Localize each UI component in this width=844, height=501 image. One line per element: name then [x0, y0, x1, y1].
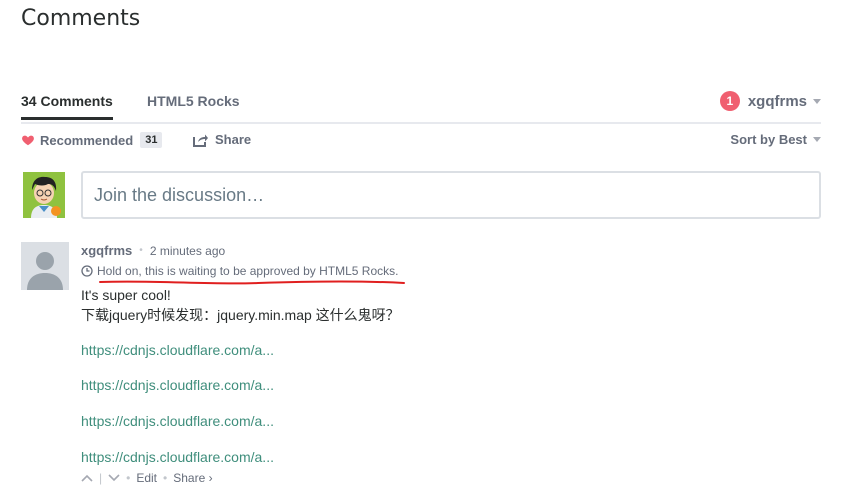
- notification-badge[interactable]: 1: [719, 91, 740, 111]
- share-link[interactable]: Share ›: [173, 471, 212, 485]
- chevron-down-icon: [813, 98, 821, 104]
- pending-text: Hold on, this is waiting to be approved …: [97, 264, 399, 278]
- pending-notice: Hold on, this is waiting to be approved …: [81, 264, 398, 278]
- comment-input[interactable]: [83, 173, 819, 217]
- comment-link[interactable]: https://cdnjs.cloudflare.com/a...: [81, 413, 274, 429]
- edit-link[interactable]: Edit: [136, 471, 157, 485]
- recommend-count: 31: [140, 132, 163, 148]
- tab-site[interactable]: HTML5 Rocks: [147, 93, 240, 109]
- link-text[interactable]: https://cdnjs.cloudflare.com/a...: [81, 377, 274, 393]
- footer-separator: •: [163, 471, 168, 485]
- comment-link[interactable]: https://cdnjs.cloudflare.com/a...: [81, 377, 274, 393]
- link-text[interactable]: https://cdnjs.cloudflare.com/a...: [81, 413, 274, 429]
- avatar[interactable]: [23, 172, 65, 218]
- user-icon: [21, 242, 69, 290]
- share-label: Share: [215, 132, 252, 147]
- comment-avatar[interactable]: [21, 242, 69, 290]
- comment-line: 下载jquery时候发现：jquery.min.map 这什么鬼呀？: [81, 307, 400, 323]
- chevron-up-icon: [81, 474, 93, 482]
- comment-body: It's super cool! 下载jquery时候发现：jquery.min…: [81, 285, 400, 325]
- sort-label: Sort by Best: [730, 132, 807, 147]
- recommend-button[interactable]: Recommended 31: [21, 132, 163, 148]
- comments-nav: 34 Comments HTML5 Rocks 1 xgqfrms: [21, 90, 821, 124]
- comment-line: It's super cool!: [81, 287, 171, 303]
- link-text[interactable]: https://cdnjs.cloudflare.com/a...: [81, 342, 274, 358]
- upvote-button[interactable]: [81, 471, 93, 485]
- comment-composer[interactable]: [81, 171, 821, 219]
- comment-footer: | • Edit • Share ›: [81, 471, 213, 485]
- thread-actions: Recommended 31 Share Sort by Best: [21, 132, 821, 152]
- clock-icon: [81, 265, 93, 277]
- comment-link[interactable]: https://cdnjs.cloudflare.com/a...: [81, 449, 274, 465]
- downvote-button[interactable]: [108, 471, 120, 485]
- footer-separator: |: [99, 471, 103, 485]
- meta-separator: •: [139, 245, 143, 256]
- page-title: Comments: [21, 6, 141, 31]
- footer-separator: •: [126, 471, 131, 485]
- sort-dropdown[interactable]: Sort by Best: [730, 132, 821, 147]
- share-button[interactable]: Share: [193, 132, 251, 147]
- chevron-down-icon: [813, 137, 821, 142]
- recommend-label: Recommended: [40, 132, 134, 148]
- comment-link[interactable]: https://cdnjs.cloudflare.com/a...: [81, 342, 274, 358]
- link-text[interactable]: https://cdnjs.cloudflare.com/a...: [81, 449, 274, 465]
- username-label[interactable]: xgqfrms: [748, 93, 807, 110]
- chevron-down-icon: [108, 474, 120, 482]
- heart-icon: [22, 135, 34, 146]
- share-icon: [193, 134, 208, 147]
- comment-author[interactable]: xgqfrms: [81, 243, 132, 258]
- comment-timestamp[interactable]: 2 minutes ago: [150, 244, 225, 258]
- user-menu[interactable]: 1 xgqfrms: [719, 91, 821, 111]
- tab-comments[interactable]: 34 Comments: [21, 93, 113, 120]
- avatar-cartoon: [23, 172, 65, 218]
- comment-meta: xgqfrms • 2 minutes ago: [81, 243, 225, 258]
